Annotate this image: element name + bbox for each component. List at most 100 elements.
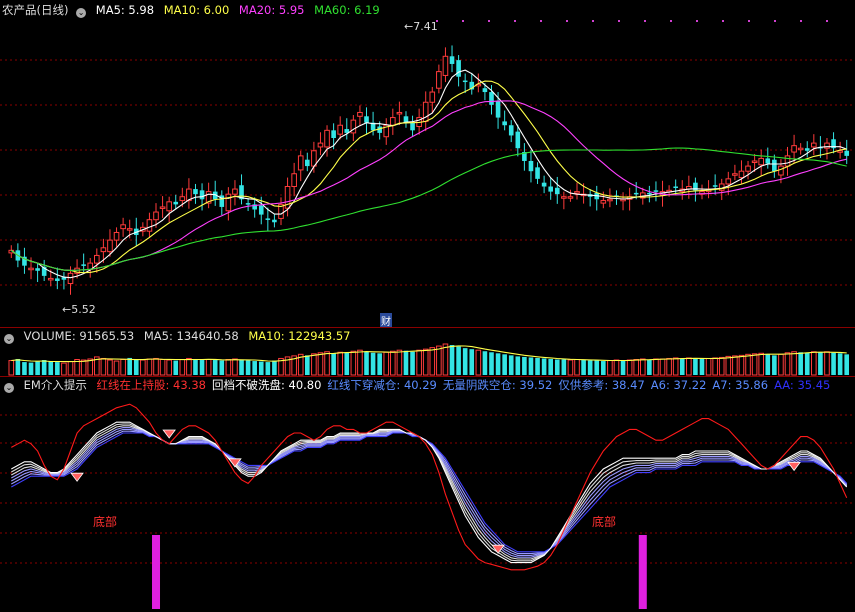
diamond-marker (162, 429, 176, 439)
bottom-signal-bar (638, 535, 647, 609)
volume-bar (219, 360, 225, 375)
volume-bar (679, 358, 685, 375)
candle-down (173, 201, 179, 205)
candle-up (758, 157, 764, 166)
volume-bar (456, 346, 461, 375)
volume-bar (718, 356, 725, 376)
candle-down (55, 278, 60, 281)
volume-bar (699, 358, 705, 375)
volume-bar (245, 360, 251, 375)
candle-down (193, 189, 198, 195)
volume-bar (837, 353, 843, 375)
volume-bar (798, 352, 803, 375)
volume-bar (193, 358, 198, 375)
volume-bar (107, 359, 113, 376)
marker-dot (722, 20, 724, 22)
marker-dot (540, 20, 542, 22)
candle-up (791, 145, 797, 153)
volume-bar (804, 352, 810, 375)
volume-bar (55, 362, 60, 375)
volume-bar (831, 352, 836, 375)
candle-up (436, 71, 442, 89)
candle-down (633, 192, 639, 195)
volume-bar (475, 349, 482, 376)
volume-bar (186, 357, 192, 376)
candle-up (811, 142, 817, 148)
price-chart[interactable] (0, 0, 855, 327)
candle-up (357, 111, 363, 117)
volume-bar (100, 357, 107, 376)
candle-up (291, 173, 297, 188)
candle-down (305, 159, 310, 167)
marker-dot (514, 20, 516, 22)
marker-dot (566, 20, 568, 22)
candle-up (100, 247, 107, 253)
candle-up (166, 201, 172, 212)
volume-bar (548, 358, 553, 375)
volume-bar (535, 357, 540, 375)
candle-up (422, 101, 429, 122)
volume-bar (508, 355, 514, 375)
volume-bar (390, 350, 396, 376)
volume-bar (48, 361, 54, 375)
volume-bar (364, 351, 369, 375)
candle-up (751, 160, 758, 163)
volume-bar (672, 357, 679, 376)
bottom-label-1: 底部 (93, 515, 118, 529)
fan-line (11, 425, 848, 560)
volume-bar (601, 361, 606, 375)
ma5-line (10, 69, 847, 279)
volume-bar (442, 343, 449, 376)
candle-up (146, 219, 153, 232)
candle-down (535, 167, 540, 179)
low-annotation: ←5.52 (62, 303, 96, 316)
candle-up (126, 228, 133, 231)
candle-down (502, 121, 507, 126)
candle-down (272, 219, 277, 223)
candle-up (745, 165, 751, 172)
volume-bar (416, 349, 422, 376)
candle-down (804, 148, 810, 151)
bottom-signal-bar (152, 535, 161, 609)
cai-badge[interactable]: 财 (380, 313, 392, 328)
volume-chart[interactable] (0, 328, 855, 376)
candle-up (429, 91, 436, 103)
volume-bar (554, 359, 560, 375)
volume-bar (15, 358, 21, 375)
candle-down (515, 131, 521, 149)
candle-down (765, 158, 771, 164)
candle-up (179, 196, 186, 202)
volume-bar (462, 348, 468, 375)
candle-up (732, 173, 738, 176)
marker-dot (462, 20, 464, 22)
volume-bar (581, 360, 586, 375)
volume-bar (653, 358, 659, 376)
volume-bar (666, 357, 672, 376)
volume-bar (751, 353, 758, 376)
candle-up (107, 239, 113, 253)
volume-bar (784, 352, 791, 376)
marker-dot (774, 20, 776, 22)
candle-up (94, 254, 100, 264)
volume-bar (159, 359, 166, 376)
candle-up (120, 224, 126, 230)
indicator-chart[interactable] (0, 377, 855, 612)
volume-bar (205, 359, 212, 376)
volume-bar (758, 352, 764, 376)
volume-bar (620, 360, 626, 375)
volume-bar (357, 349, 363, 376)
candle-down (508, 125, 514, 136)
candle-up (396, 111, 403, 115)
candle-down (35, 268, 40, 271)
volume-bar (693, 358, 698, 375)
candle-up (225, 193, 232, 212)
candle-up (317, 142, 324, 148)
volume-bar (469, 349, 475, 375)
volume-bar (22, 362, 27, 375)
candle-up (778, 165, 784, 176)
candle-down (541, 182, 547, 187)
volume-bar (87, 358, 94, 376)
price-panel: 农产品(日线) ⌄ MA5: 5.98 MA10: 6.00 MA20: 5.9… (0, 0, 855, 328)
marker-dot (592, 20, 594, 22)
candle-up (159, 206, 166, 209)
